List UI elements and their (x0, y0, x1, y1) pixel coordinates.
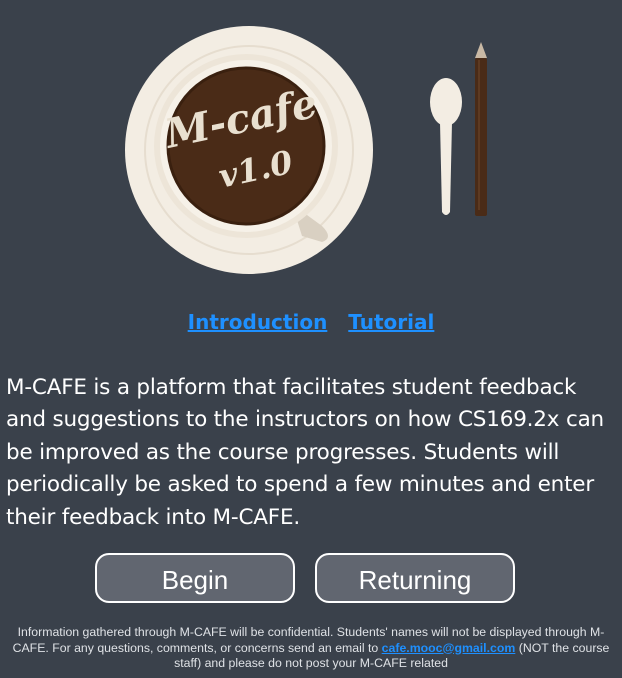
begin-button[interactable]: Begin (95, 553, 295, 603)
mcafe-landing-page: M-cafe v1.0 Introduction Tutorial M-CAFE… (0, 0, 622, 678)
intro-paragraph: M-CAFE is a platform that facilitates st… (6, 375, 604, 530)
email-link[interactable]: cafe.mooc@gmail.com (382, 641, 516, 655)
mcafe-logo: M-cafe v1.0 (125, 26, 487, 274)
returning-button[interactable]: Returning (315, 553, 515, 603)
spoon-icon (430, 78, 462, 215)
disclaimer-part1: Information gathered through M-CAFE will… (12, 625, 605, 655)
stirrer-icon (475, 42, 487, 216)
disclaimer-text: Information gathered through M-CAFE will… (0, 625, 622, 672)
tutorial-link[interactable]: Tutorial (348, 310, 434, 334)
introduction-link[interactable]: Introduction (188, 310, 328, 334)
nav-links: Introduction Tutorial (0, 310, 622, 334)
